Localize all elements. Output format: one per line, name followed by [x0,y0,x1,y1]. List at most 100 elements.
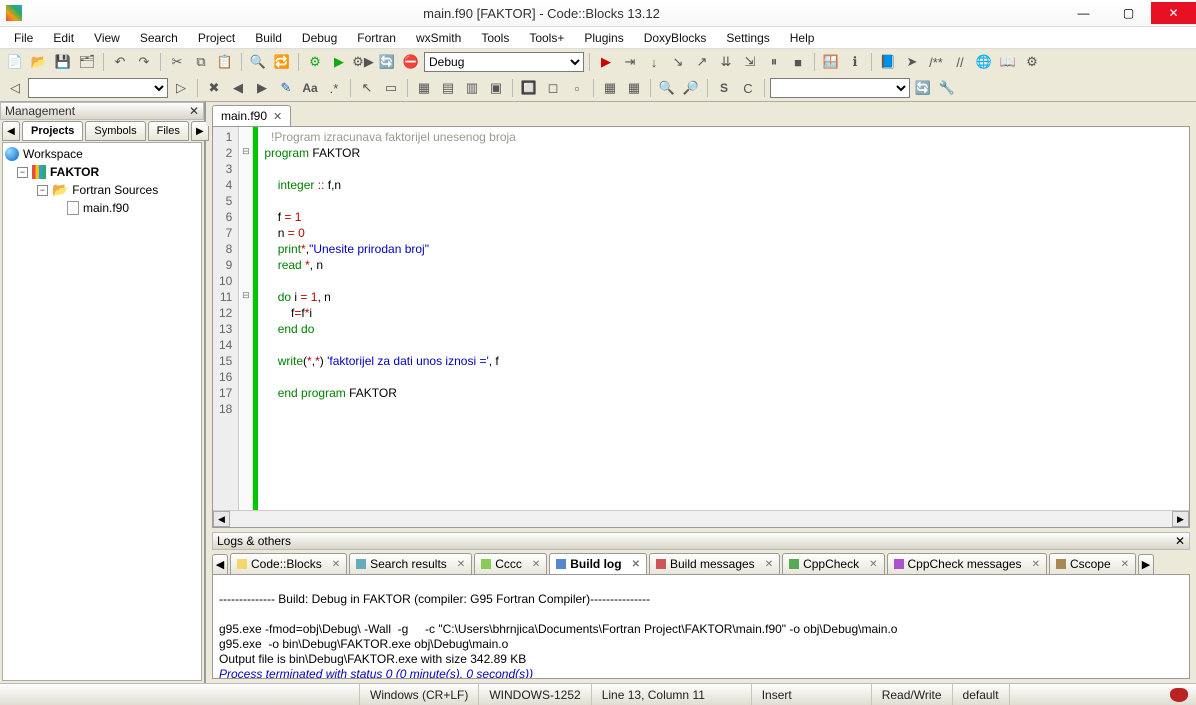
menu-file[interactable]: File [6,29,41,47]
tool2-icon[interactable]: ▤ [437,77,459,99]
abort-icon[interactable]: ⛔ [400,51,422,73]
debug-start-icon[interactable]: ▶ [595,51,617,73]
copy-icon[interactable]: ⧉ [190,51,212,73]
grid1-icon[interactable]: ▦ [599,77,621,99]
close-button[interactable]: ✕ [1151,2,1196,24]
regex-icon[interactable]: .* [323,77,345,99]
logtab-code-blocks[interactable]: Code::Blocks✕ [230,553,347,574]
step-instr-icon[interactable]: ⇲ [739,51,761,73]
menu-view[interactable]: View [86,29,128,47]
run-to-cursor-icon[interactable]: ⇥ [619,51,641,73]
expander-icon[interactable]: − [17,167,28,178]
zoomin-icon[interactable]: 🔍 [656,77,678,99]
zoom2-icon[interactable]: ◻ [542,77,564,99]
cursor-icon[interactable]: ↖ [356,77,378,99]
build-log-body[interactable]: -------------- Build: Debug in FAKTOR (c… [212,574,1190,679]
logtab-cccc[interactable]: Cccc✕ [474,553,547,574]
doxy-run-icon[interactable]: 📘 [877,51,899,73]
zoom1-icon[interactable]: 🔲 [518,77,540,99]
find-icon[interactable]: 🔍 [247,51,269,73]
save-all-icon[interactable]: 🗂 [76,51,98,73]
logtab-cscope[interactable]: Cscope✕ [1049,553,1136,574]
doxy-line-icon[interactable]: // [949,51,971,73]
logtab-close-icon[interactable]: ✕ [332,559,340,570]
logtab-close-icon[interactable]: ✕ [1032,559,1040,570]
maximize-button[interactable]: ▢ [1106,2,1151,24]
lang-combo[interactable] [770,78,910,98]
status-insert[interactable]: Insert [752,684,872,705]
status-eol[interactable]: Windows (CR+LF) [360,684,479,705]
logtab-close-icon[interactable]: ✕ [869,559,877,570]
management-close-icon[interactable]: ✕ [189,104,199,118]
editor[interactable]: 123456789101112131415161718 ⊟⊟ !Program … [212,126,1190,528]
menu-help[interactable]: Help [782,29,823,47]
expander-icon[interactable]: − [37,185,48,196]
menu-tools[interactable]: Tools [473,29,517,47]
build-run-icon[interactable]: ⚙▶ [352,51,374,73]
logtab-close-icon[interactable]: ✕ [1121,559,1129,570]
tool3-icon[interactable]: ▥ [461,77,483,99]
logtab-build-messages[interactable]: Build messages✕ [649,553,780,574]
back-icon[interactable]: ◁ [4,77,26,99]
doxy-cfg-icon[interactable]: ⚙ [1021,51,1043,73]
step-into-icon[interactable]: ↘ [667,51,689,73]
status-encoding[interactable]: WINDOWS-1252 [479,684,591,705]
build-target-combo[interactable]: Debug [424,52,584,72]
logtab-close-icon[interactable]: ✕ [765,559,773,570]
mgmt-tab-symbols[interactable]: Symbols [85,121,145,141]
stop-icon[interactable]: ■ [787,51,809,73]
break-icon[interactable]: ⏸ [763,51,785,73]
tree-file[interactable]: main.f90 [5,199,199,217]
fwd-icon[interactable]: ▷ [170,77,192,99]
clear-icon[interactable]: ✖ [203,77,225,99]
mgmt-tab-prev[interactable]: ◀ [2,121,20,141]
tree-workspace[interactable]: Workspace [5,145,199,163]
dollar-icon[interactable]: S [713,77,735,99]
mgmt-tab-files[interactable]: Files [148,121,189,141]
doxy-block-icon[interactable]: /** [925,51,947,73]
open-icon[interactable]: 📂 [28,51,50,73]
minimize-button[interactable]: — [1061,2,1106,24]
logtab-cppcheck[interactable]: CppCheck✕ [782,553,884,574]
menu-build[interactable]: Build [247,29,290,47]
editor-tab-main[interactable]: main.f90 ✕ [212,105,291,126]
highlight-icon[interactable]: ✎ [275,77,297,99]
copy-cmd-icon[interactable]: C [737,77,759,99]
next-instr-icon[interactable]: ⇊ [715,51,737,73]
run-icon[interactable]: ▶ [328,51,350,73]
fold-column[interactable]: ⊟⊟ [239,127,253,510]
settings-icon[interactable]: 🔧 [936,77,958,99]
mgmt-tab-projects[interactable]: Projects [22,121,83,141]
logtab-cppcheck-messages[interactable]: CppCheck messages✕ [887,553,1047,574]
replace-icon[interactable]: 🔁 [271,51,293,73]
select-icon[interactable]: ▭ [380,77,402,99]
step-out-icon[interactable]: ↗ [691,51,713,73]
menu-search[interactable]: Search [132,29,186,47]
redo-icon[interactable]: ↷ [133,51,155,73]
logtab-close-icon[interactable]: ✕ [457,559,465,570]
new-file-icon[interactable]: 📄 [4,51,26,73]
refresh-icon[interactable]: 🔄 [912,77,934,99]
menu-edit[interactable]: Edit [45,29,82,47]
zoomout-icon[interactable]: 🔎 [680,77,702,99]
logtab-close-icon[interactable]: ✕ [532,559,540,570]
project-tree[interactable]: Workspace − FAKTOR − 📂 Fortran Sources m… [2,142,202,681]
menu-debug[interactable]: Debug [294,29,345,47]
menu-tools[interactable]: Tools+ [521,29,572,47]
save-icon[interactable]: 💾 [52,51,74,73]
grid2-icon[interactable]: ▦ [623,77,645,99]
tool1-icon[interactable]: ▦ [413,77,435,99]
menu-doxyblocks[interactable]: DoxyBlocks [636,29,715,47]
prev-mark-icon[interactable]: ◀ [227,77,249,99]
cut-icon[interactable]: ✂ [166,51,188,73]
jump-combo[interactable] [28,78,168,98]
tree-folder[interactable]: − 📂 Fortran Sources [5,181,199,199]
zoom3-icon[interactable]: ▫ [566,77,588,99]
menu-settings[interactable]: Settings [718,29,777,47]
logs-close-icon[interactable]: ✕ [1175,534,1185,548]
bug-icon[interactable] [1170,688,1188,702]
debug-windows-icon[interactable]: 🪟 [820,51,842,73]
info-icon[interactable]: ℹ [844,51,866,73]
match-case-icon[interactable]: Aa [299,77,321,99]
paste-icon[interactable]: 📋 [214,51,236,73]
